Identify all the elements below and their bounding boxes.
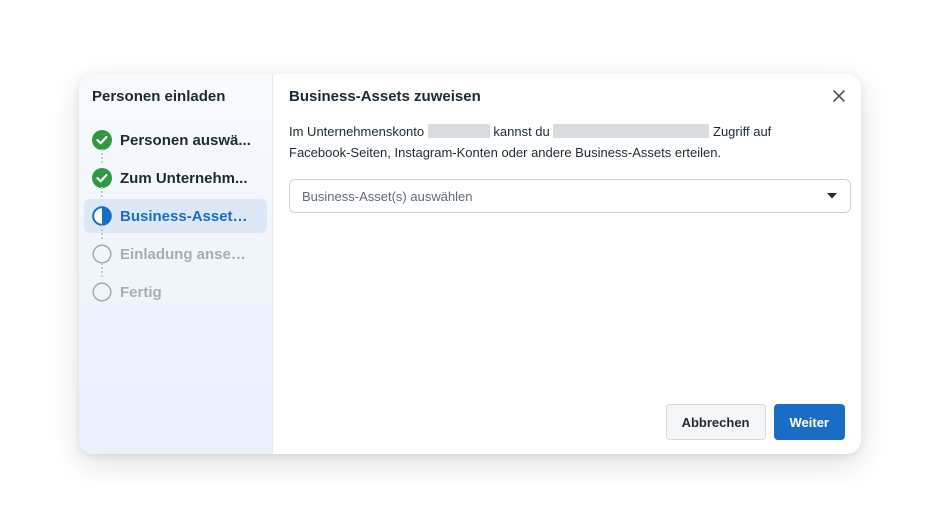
step-label: Business-Assets ... (120, 207, 254, 225)
sidebar-title: Personen einladen (92, 88, 226, 105)
step-label: Einladung ansehen (120, 245, 254, 263)
select-placeholder: Business-Asset(s) auswählen (302, 188, 473, 204)
empty-circle-icon (92, 282, 112, 302)
step-add-to-business[interactable]: Zum Unternehm... (84, 161, 267, 201)
empty-circle-icon (92, 244, 112, 264)
redacted-account-name (427, 124, 490, 138)
main-panel: Business-Assets zuweisen Im Unternehmens… (273, 74, 861, 454)
step-label: Fertig (120, 283, 162, 301)
description-part-2: kannst du (493, 124, 550, 139)
check-circle-icon (92, 130, 112, 150)
caret-down-icon (827, 193, 837, 199)
dialog-description: Im Unternehmenskonto kannst du Zugriff a… (289, 121, 829, 163)
invite-dialog: Personen einladen Personen auswä... Zum … (79, 74, 861, 454)
asset-select-dropdown[interactable]: Business-Asset(s) auswählen (289, 179, 851, 213)
step-select-people[interactable]: Personen auswä... (84, 123, 267, 163)
cancel-button[interactable]: Abbrechen (665, 404, 766, 440)
dialog-footer: Abbrechen Weiter (665, 404, 845, 440)
stepper-sidebar: Personen einladen Personen auswä... Zum … (79, 74, 273, 454)
step-label: Personen auswä... (120, 131, 251, 149)
half-circle-icon (92, 206, 112, 226)
dialog-title: Business-Assets zuweisen (289, 88, 481, 105)
step-assign-assets[interactable]: Business-Assets ... (84, 199, 267, 239)
step-done[interactable]: Fertig (84, 275, 267, 309)
step-list: Personen auswä... Zum Unternehm... Busin… (84, 123, 267, 309)
close-button[interactable] (829, 86, 849, 106)
description-part-1: Im Unternehmenskonto (289, 124, 425, 139)
step-label: Zum Unternehm... (120, 169, 248, 187)
close-icon (833, 90, 845, 102)
step-review-invite[interactable]: Einladung ansehen (84, 237, 267, 277)
redacted-person-name (553, 124, 710, 138)
check-circle-icon (92, 168, 112, 188)
next-button[interactable]: Weiter (773, 404, 845, 440)
